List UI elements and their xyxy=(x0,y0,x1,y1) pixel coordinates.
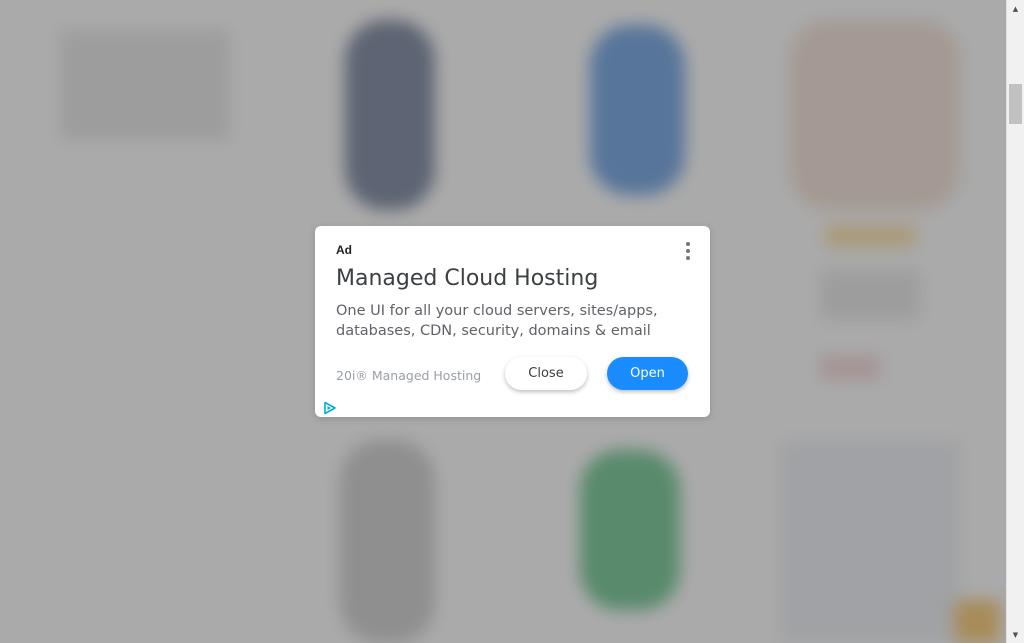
ad-label: Ad xyxy=(336,243,352,257)
scroll-down-arrow-icon[interactable]: ▼ xyxy=(1007,626,1024,643)
ad-dialog: Ad Managed Cloud Hosting One UI for all … xyxy=(315,226,710,417)
adchoices-triangle-icon[interactable] xyxy=(323,401,337,415)
scroll-up-arrow-icon[interactable]: ▲ xyxy=(1007,0,1024,17)
page: ▲ ▼ Ad Managed Cloud Hosting One UI for … xyxy=(0,0,1024,643)
scroll-thumb[interactable] xyxy=(1009,84,1022,124)
open-button[interactable]: Open xyxy=(607,357,688,390)
vertical-dots-icon[interactable] xyxy=(684,242,692,260)
ad-description: One UI for all your cloud servers, sites… xyxy=(336,303,658,339)
ad-title[interactable]: Managed Cloud Hosting xyxy=(336,266,598,291)
ad-advertiser-name: 20i® Managed Hosting xyxy=(336,368,482,383)
close-button[interactable]: Close xyxy=(505,357,587,390)
vertical-scrollbar[interactable]: ▲ ▼ xyxy=(1006,0,1024,643)
